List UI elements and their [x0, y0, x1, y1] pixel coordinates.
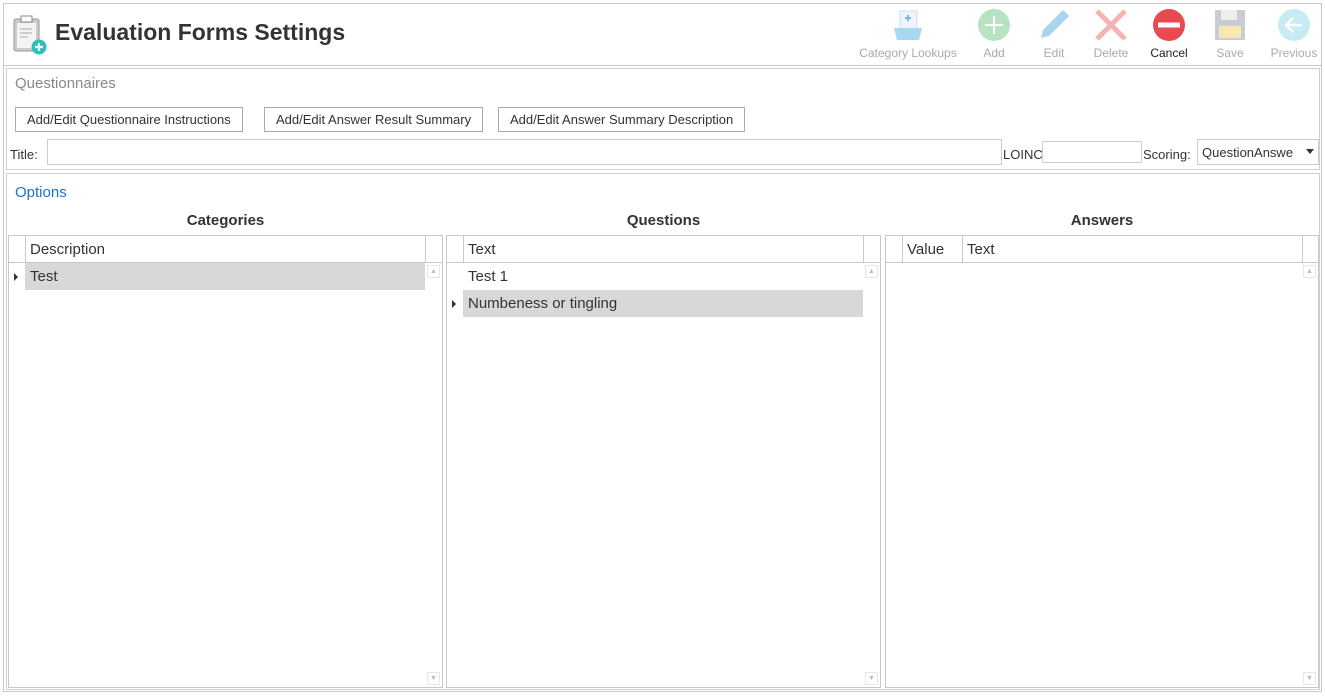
scrollbar[interactable]: ▲ ▼	[1301, 263, 1318, 687]
clipboard-add-icon	[13, 15, 47, 55]
options-title: Options	[15, 184, 67, 201]
scroll-up-icon[interactable]: ▲	[865, 265, 878, 278]
questions-grid: Text Test 1 Numbeness or tingling ▲ ▼	[446, 235, 881, 688]
edit-button[interactable]: Edit	[1031, 8, 1077, 60]
header-spacer	[863, 236, 880, 262]
scroll-down-icon[interactable]: ▼	[427, 672, 440, 685]
scoring-label: Scoring:	[1143, 147, 1191, 162]
previous-button[interactable]: Previous	[1266, 8, 1322, 60]
title-label: Title:	[10, 147, 38, 162]
add-button[interactable]: Add	[971, 8, 1017, 60]
table-row[interactable]: Test 1	[463, 263, 863, 290]
answer-result-summary-button[interactable]: Add/Edit Answer Result Summary	[264, 107, 484, 132]
cancel-button[interactable]: Cancel	[1143, 8, 1195, 60]
category-lookups-icon	[894, 10, 922, 40]
categories-grid: Description Test ▲ ▼	[8, 235, 443, 688]
table-row[interactable]: Test	[25, 263, 425, 290]
scroll-down-icon[interactable]: ▼	[865, 672, 878, 685]
categories-title: Categories	[186, 212, 265, 229]
scroll-down-icon[interactable]: ▼	[1303, 672, 1316, 685]
answers-title: Answers	[1070, 212, 1134, 229]
scoring-dropdown[interactable]: QuestionAnswe	[1197, 139, 1319, 165]
scrollbar[interactable]: ▲ ▼	[863, 263, 880, 687]
scroll-up-icon[interactable]: ▲	[1303, 265, 1316, 278]
page-title: Evaluation Forms Settings	[55, 19, 346, 45]
x-icon	[1095, 9, 1127, 41]
arrow-left-circle-icon	[1278, 9, 1310, 41]
answers-grid: Value Text ▲ ▼	[885, 235, 1319, 688]
loinc-label: LOINC	[1003, 147, 1043, 162]
header-spacer	[1302, 236, 1319, 262]
plus-circle-icon	[978, 9, 1010, 41]
questionnaires-title: Questionnaires	[15, 75, 116, 92]
column-header-text[interactable]: Text	[463, 236, 863, 262]
column-header-value[interactable]: Value	[902, 236, 962, 262]
cancel-minus-circle-icon	[1153, 9, 1185, 41]
questions-title: Questions	[626, 212, 701, 229]
loinc-input[interactable]	[1042, 141, 1142, 163]
options-section: Options Categories Description Test ▲ ▼ Q…	[6, 173, 1320, 690]
column-header-description[interactable]: Description	[25, 236, 425, 262]
answer-summary-description-button[interactable]: Add/Edit Answer Summary Description	[498, 107, 746, 132]
scroll-up-icon[interactable]: ▲	[427, 265, 440, 278]
pencil-icon	[1041, 10, 1069, 38]
scoring-value: QuestionAnswe	[1202, 145, 1294, 160]
save-button[interactable]: Save	[1207, 8, 1253, 60]
header: Evaluation Forms Settings Category Looku…	[3, 3, 1322, 66]
column-header-text[interactable]: Text	[962, 236, 1302, 262]
title-input[interactable]	[47, 139, 1002, 165]
scrollbar[interactable]: ▲ ▼	[425, 263, 442, 687]
grid-header: Description	[9, 236, 442, 263]
delete-button[interactable]: Delete	[1088, 8, 1134, 60]
header-spacer	[425, 236, 442, 262]
category-lookups-button[interactable]: Category Lookups	[858, 8, 958, 60]
chevron-down-icon	[1306, 149, 1314, 154]
questionnaire-instructions-button[interactable]: Add/Edit Questionnaire Instructions	[15, 107, 243, 132]
current-row-indicator-icon	[452, 300, 456, 308]
current-row-indicator-icon	[14, 273, 18, 281]
table-row[interactable]: Numbeness or tingling	[463, 290, 863, 317]
questionnaires-section: Questionnaires Add/Edit Questionnaire In…	[6, 68, 1320, 170]
grid-header: Text	[447, 236, 880, 263]
grid-header: Value Text	[886, 236, 1318, 263]
floppy-disk-icon	[1215, 10, 1245, 40]
